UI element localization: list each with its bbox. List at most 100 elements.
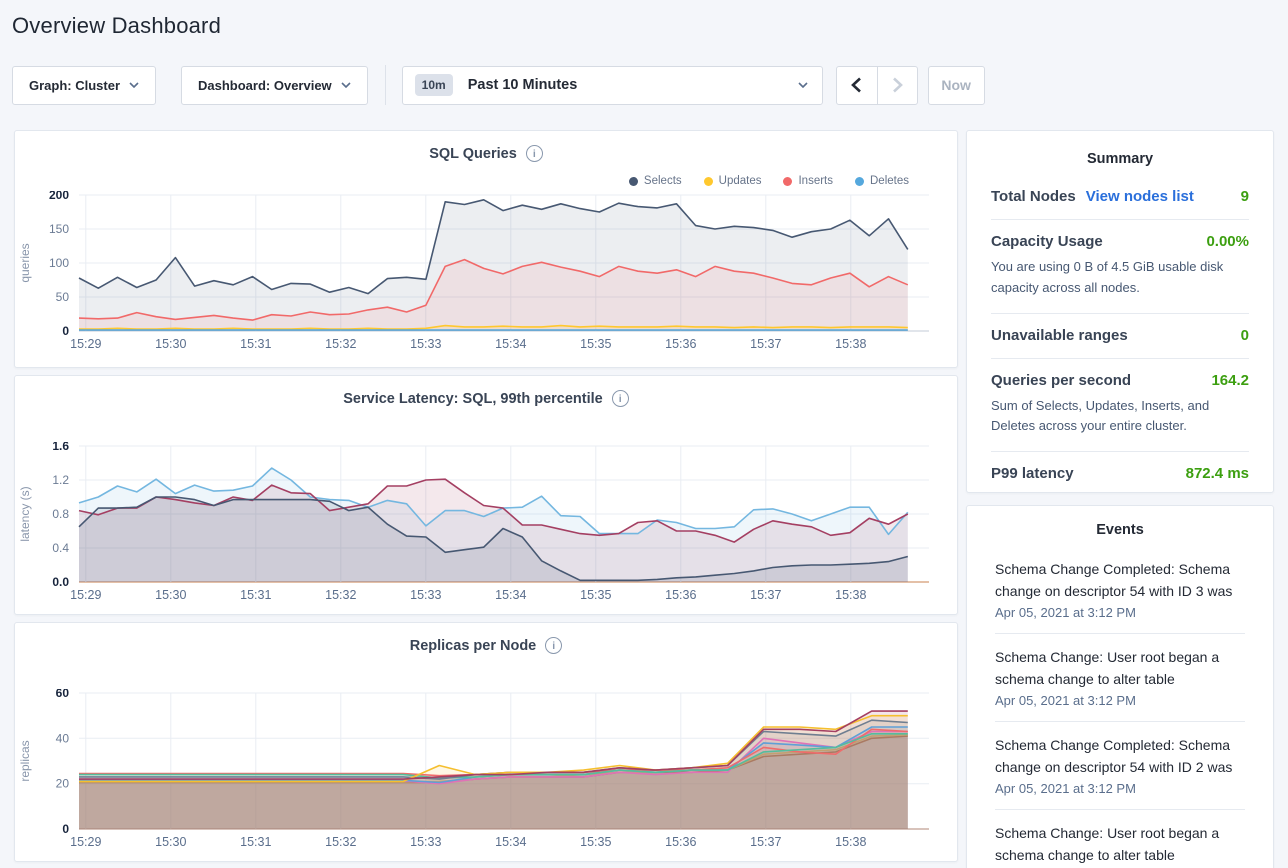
svg-text:15:33: 15:33 [410, 835, 441, 849]
chart-title: SQL Queries [429, 146, 517, 162]
svg-text:0: 0 [62, 324, 69, 338]
svg-text:15:38: 15:38 [835, 835, 866, 849]
info-icon[interactable]: i [612, 390, 629, 407]
replicas-per-node-plot[interactable]: 020406015:2915:3015:3115:3215:3315:3415:… [15, 689, 959, 860]
summary-label: Capacity Usage [991, 233, 1103, 250]
svg-text:15:32: 15:32 [325, 337, 356, 351]
event-text: Schema Change Completed: Schema change o… [995, 734, 1245, 778]
svg-text:15:34: 15:34 [495, 337, 526, 351]
summary-value: 9 [1241, 188, 1249, 205]
summary-description: You are using 0 B of 4.5 GiB usable disk… [991, 257, 1249, 299]
svg-text:60: 60 [56, 689, 70, 700]
event-item: Schema Change Completed: Schema change o… [995, 722, 1245, 810]
summary-row-queries-per-second: Queries per second 164.2 Sum of Selects,… [991, 359, 1249, 453]
summary-label: Queries per second [991, 372, 1131, 389]
svg-text:50: 50 [56, 290, 70, 304]
svg-text:15:34: 15:34 [495, 588, 526, 602]
legend-label: Inserts [798, 175, 833, 187]
event-timestamp: Apr 05, 2021 at 3:12 PM [995, 605, 1245, 620]
events-panel: Events Schema Change Completed: Schema c… [966, 505, 1274, 868]
svg-text:15:31: 15:31 [240, 835, 271, 849]
svg-text:15:34: 15:34 [495, 835, 526, 849]
event-item: Schema Change: User root began a schema … [995, 810, 1245, 868]
svg-text:0: 0 [62, 822, 69, 836]
svg-text:15:29: 15:29 [70, 337, 101, 351]
svg-text:15:31: 15:31 [240, 588, 271, 602]
event-timestamp: Apr 05, 2021 at 3:12 PM [995, 693, 1245, 708]
svg-text:15:37: 15:37 [750, 337, 781, 351]
now-button[interactable]: Now [928, 66, 985, 105]
controls-divider [385, 65, 386, 105]
legend-item-updates[interactable]: Updates [704, 175, 762, 187]
chart-title: Service Latency: SQL, 99th percentile [343, 391, 603, 407]
replicas-per-node-panel: Replicas per Node i 020406015:2915:3015:… [14, 622, 958, 862]
summary-row-total-nodes: Total Nodes View nodes list 9 [991, 175, 1249, 220]
summary-panel: Summary Total Nodes View nodes list 9 Ca… [966, 130, 1274, 493]
svg-text:15:30: 15:30 [155, 588, 186, 602]
summary-value: 872.4 ms [1186, 465, 1249, 482]
chevron-left-icon [851, 77, 862, 93]
legend-item-inserts[interactable]: Inserts [783, 175, 833, 187]
time-range-label: Past 10 Minutes [468, 77, 578, 93]
service-latency-plot[interactable]: 0.00.40.81.21.615:2915:3015:3115:3215:33… [15, 442, 959, 613]
service-latency-panel: Service Latency: SQL, 99th percentile i … [14, 375, 958, 615]
svg-text:0.4: 0.4 [52, 541, 69, 555]
svg-text:200: 200 [49, 191, 69, 202]
view-nodes-list-link[interactable]: View nodes list [1086, 188, 1194, 205]
time-range-selector[interactable]: 10m Past 10 Minutes [402, 66, 823, 105]
svg-text:replicas: replicas [18, 740, 32, 781]
legend-item-selects[interactable]: Selects [629, 175, 682, 187]
event-text: Schema Change: User root began a schema … [995, 822, 1245, 866]
svg-text:queries: queries [18, 243, 32, 282]
svg-text:15:32: 15:32 [325, 588, 356, 602]
sql-queries-plot[interactable]: 05010015020015:2915:3015:3115:3215:3315:… [15, 191, 959, 362]
events-title: Events [995, 522, 1245, 538]
time-forward-button[interactable] [877, 67, 917, 104]
dashboard-dropdown-label: Dashboard: Overview [198, 78, 332, 93]
series-color-dot [629, 177, 638, 186]
event-text: Schema Change Completed: Schema change o… [995, 558, 1245, 602]
time-step-buttons [836, 66, 918, 105]
chart-title: Replicas per Node [410, 638, 537, 654]
summary-description: Sum of Selects, Updates, Inserts, and De… [991, 396, 1249, 438]
svg-text:40: 40 [56, 731, 70, 745]
summary-row-capacity-usage: Capacity Usage 0.00% You are using 0 B o… [991, 220, 1249, 314]
summary-row-unavailable-ranges: Unavailable ranges 0 [991, 314, 1249, 359]
info-icon[interactable]: i [545, 637, 562, 654]
svg-text:15:38: 15:38 [835, 337, 866, 351]
graph-dropdown-label: Graph: Cluster [29, 78, 120, 93]
chart-legend: Selects Updates Inserts Deletes [629, 175, 909, 187]
controls-bar: Graph: Cluster Dashboard: Overview 10m P… [12, 65, 985, 105]
svg-text:15:32: 15:32 [325, 835, 356, 849]
svg-text:15:29: 15:29 [70, 588, 101, 602]
legend-item-deletes[interactable]: Deletes [855, 175, 909, 187]
summary-value: 0.00% [1206, 233, 1249, 250]
time-back-button[interactable] [837, 67, 877, 104]
series-color-dot [783, 177, 792, 186]
graph-dropdown[interactable]: Graph: Cluster [12, 66, 156, 105]
svg-text:15:35: 15:35 [580, 588, 611, 602]
chart-title-row: Service Latency: SQL, 99th percentile i [15, 390, 957, 407]
chevron-down-icon [129, 82, 139, 88]
series-color-dot [855, 177, 864, 186]
info-icon[interactable]: i [526, 145, 543, 162]
svg-text:15:31: 15:31 [240, 337, 271, 351]
legend-label: Selects [644, 175, 682, 187]
legend-label: Deletes [870, 175, 909, 187]
svg-text:15:30: 15:30 [155, 337, 186, 351]
chart-title-row: Replicas per Node i [15, 637, 957, 654]
svg-text:0.0: 0.0 [52, 575, 69, 589]
svg-text:15:37: 15:37 [750, 835, 781, 849]
dashboard-dropdown[interactable]: Dashboard: Overview [181, 66, 368, 105]
svg-text:15:37: 15:37 [750, 588, 781, 602]
event-timestamp: Apr 05, 2021 at 3:12 PM [995, 781, 1245, 796]
summary-value: 164.2 [1211, 372, 1249, 389]
svg-text:15:29: 15:29 [70, 835, 101, 849]
overview-dashboard-page: Overview Dashboard Graph: Cluster Dashbo… [0, 0, 1288, 868]
svg-text:15:36: 15:36 [665, 588, 696, 602]
svg-text:15:36: 15:36 [665, 337, 696, 351]
svg-text:15:38: 15:38 [835, 588, 866, 602]
dashboard-content: SQL Queries i Selects Updates Inserts De… [14, 130, 1274, 868]
time-range-badge: 10m [415, 74, 453, 96]
sql-queries-panel: SQL Queries i Selects Updates Inserts De… [14, 130, 958, 368]
